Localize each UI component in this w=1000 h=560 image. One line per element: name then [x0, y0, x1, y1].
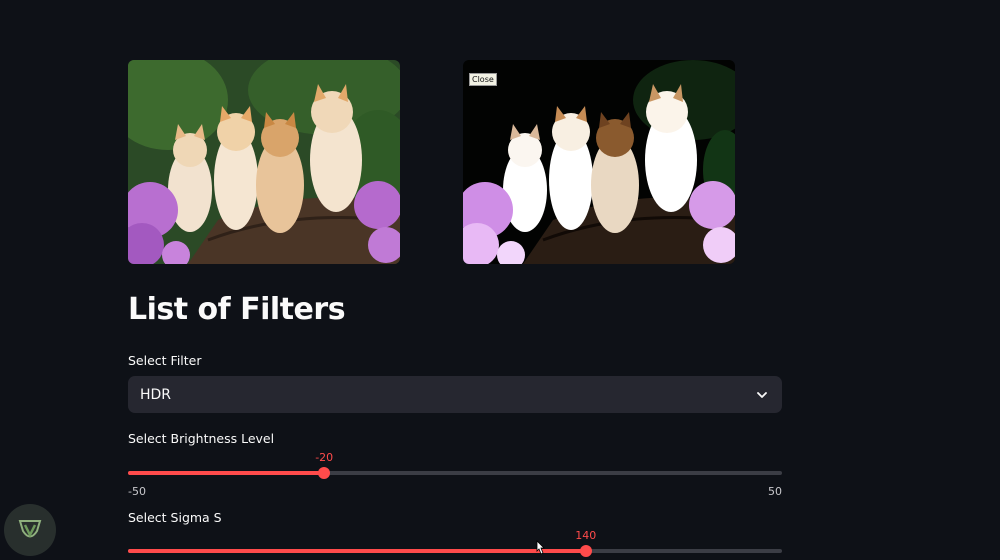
slider-thumb[interactable] [318, 467, 331, 479]
slider-min-label: -50 [128, 485, 146, 498]
brightness-slider[interactable]: -20 -50 50 [128, 451, 782, 498]
chevron-down-icon[interactable] [754, 387, 770, 403]
page-title: List of Filters [128, 292, 346, 327]
sigma-s-slider[interactable]: 140 [128, 529, 782, 560]
filtered-image: Close [463, 60, 735, 264]
slider-max-label: 50 [768, 485, 782, 498]
filter-select[interactable]: HDR [128, 376, 782, 413]
app-page: Close List of Filters Select Filter HDR … [0, 0, 1000, 560]
slider-fill [128, 471, 325, 475]
close-tooltip[interactable]: Close [469, 73, 497, 86]
mouse-cursor-icon [536, 540, 545, 555]
filter-select-value: HDR [140, 386, 172, 403]
slider-fill [128, 549, 586, 553]
brightness-label: Select Brightness Level [128, 431, 275, 446]
slider-value: -20 [315, 451, 334, 464]
sigma-s-label: Select Sigma S [128, 510, 222, 525]
slider-thumb[interactable] [579, 545, 592, 557]
slider-value: 140 [575, 529, 597, 542]
watermark-logo [4, 504, 56, 556]
filter-select-label: Select Filter [128, 353, 202, 368]
original-image [128, 60, 400, 264]
